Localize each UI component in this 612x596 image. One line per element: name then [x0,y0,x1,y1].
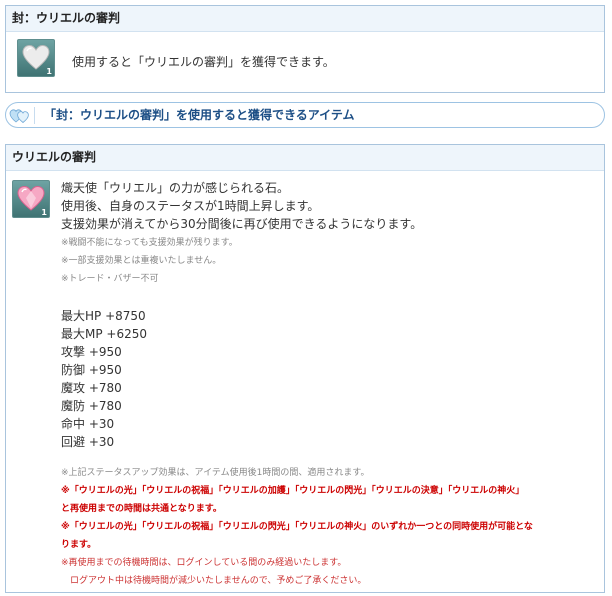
stat-line: 最大HP +8750 [61,309,146,323]
description-line: 熾天使「ウリエル」の力が感じられる石。 [61,181,290,195]
description-line: 使用後、自身のステータスが1時間上昇します。 [61,199,320,213]
seal-item-title: 封：ウリエルの審判 [6,6,604,32]
stat-line: 防御 +950 [61,363,122,377]
relog-note-line: ※再使用までの待機時間は、ログインしている間のみ経過いたします。 [61,558,347,568]
relog-note-line: ログアウト中は待機時間が減少いたしませんので、予めご了承ください。 [61,576,367,586]
warning-line: ※「ウリエルの光」「ウリエルの祝福」「ウリエルの閃光」「ウリエルの神火」のいずれ… [61,522,533,532]
footer-note: ※上記ステータスアップ効果は、アイテム使用後1時間の間、適用されます。 [61,468,370,478]
seal-item-description: 使用すると「ウリエルの審判」を獲得できます。 [72,55,335,69]
pill-divider [34,107,35,124]
item-detail-box: ウリエルの審判 1 熾天使「ウリエル」の力が感じられる石。 使用後、自身のステー… [5,144,605,593]
warning-line: と再使用までの時間は共通となります。 [61,504,222,514]
blue-hearts-icon [9,109,29,124]
stat-line: 攻撃 +950 [61,345,122,359]
note-line: ※戦闘不能になっても支援効果が残ります。 [61,238,238,248]
stat-line: 魔防 +780 [61,399,122,413]
warning-line: ※「ウリエルの光」「ウリエルの祝福」「ウリエルの加護」「ウリエルの閃光」「ウリエ… [61,486,525,496]
description-line: 支援効果が消えてから30分間後に再び使用できるようになります。 [61,217,423,231]
stat-line: 命中 +30 [61,417,115,431]
obtainable-items-bar: 「封：ウリエルの審判」を使用すると獲得できるアイテム [5,102,605,128]
stat-line: 魔攻 +780 [61,381,122,395]
seal-item-icon[interactable]: 1 [17,39,55,77]
seal-item-box: 封：ウリエルの審判 1 使用すると「ウリエルの審判」を獲得できます。 [5,5,605,93]
note-line: ※トレード・バザー不可 [61,274,159,284]
item-icon[interactable]: 1 [12,180,50,218]
stat-line: 回避 +30 [61,435,115,449]
stat-line: 最大MP +6250 [61,327,147,341]
item-quantity: 1 [46,67,52,76]
note-line: ※一部支援効果とは重複いたしません。 [61,256,222,266]
obtainable-items-heading: 「封：ウリエルの審判」を使用すると獲得できるアイテム [44,108,355,122]
item-quantity: 1 [41,208,47,217]
warning-line: ります。 [61,540,97,550]
item-detail-title: ウリエルの審判 [6,145,604,171]
